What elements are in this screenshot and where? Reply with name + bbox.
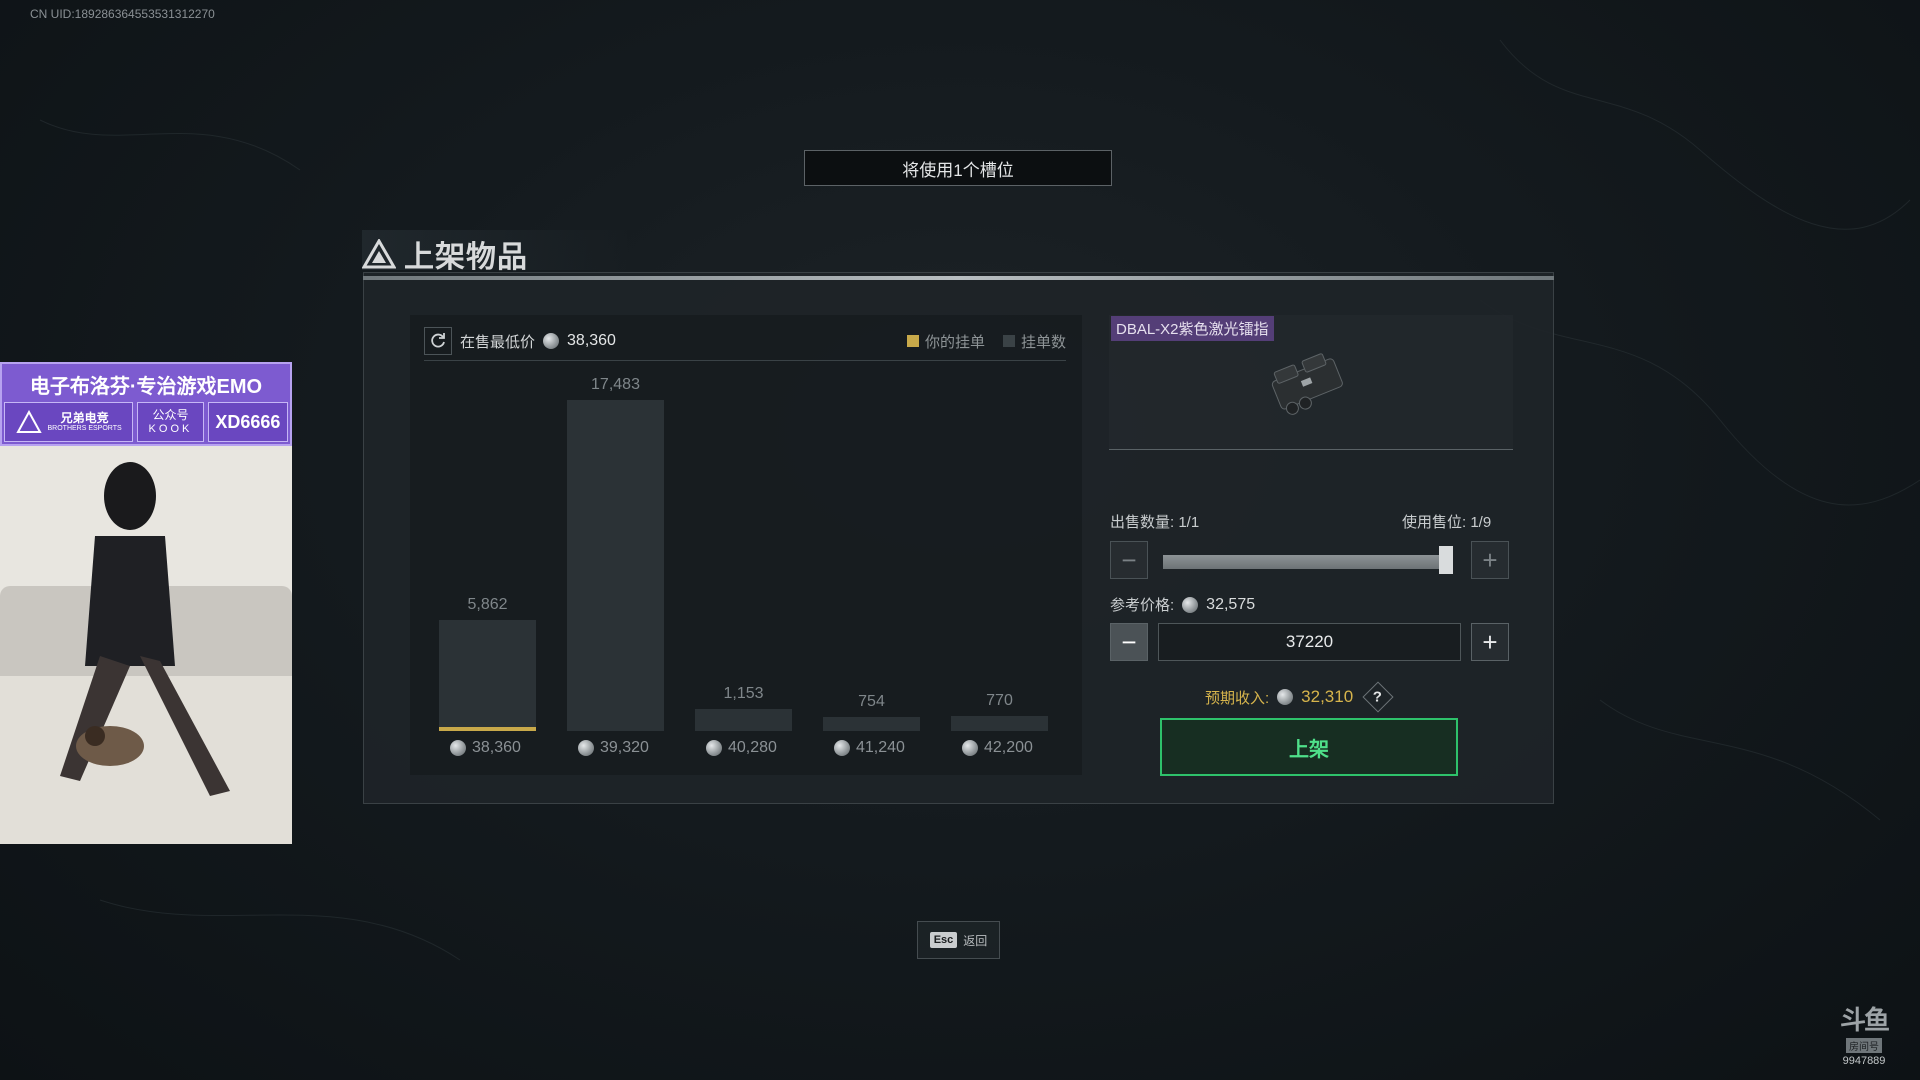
chart-header: 在售最低价 38,360 你的挂单 挂单数	[424, 322, 1066, 361]
price-tick-label: 40,280	[706, 739, 777, 757]
chart-bar	[567, 400, 664, 731]
quantity-minus-button[interactable]: −	[1110, 541, 1148, 579]
expected-income: 预期收入: 32,310 ?	[1205, 681, 1394, 713]
webcam-feed-image	[0, 446, 292, 844]
coin-icon	[578, 740, 594, 756]
quantity-slider-handle[interactable]	[1439, 546, 1453, 574]
dialog-title-text: 上架物品	[404, 241, 528, 274]
chart-bar	[695, 709, 792, 731]
reference-price-label: 参考价格:	[1110, 597, 1175, 614]
legend-swatch-gold	[906, 335, 919, 347]
legend-your-listing: 你的挂单	[906, 331, 985, 352]
esc-key-badge: Esc	[929, 932, 958, 948]
account-label: 公众号	[152, 408, 189, 423]
kook-badge: 公众号 KOOK	[137, 402, 204, 442]
back-label: 返回	[963, 933, 988, 948]
legend-listing-count-label: 挂单数	[1020, 333, 1066, 351]
stream-uid: CN UID:189286364553531312270	[30, 7, 215, 21]
back-button[interactable]: Esc 返回	[917, 921, 1000, 959]
quantity-slider[interactable]	[1163, 555, 1453, 569]
price-minus-button[interactable]: −	[1110, 623, 1148, 661]
team-name: 兄弟电竞	[60, 410, 109, 425]
coin-icon	[962, 740, 978, 756]
chart-bar	[823, 717, 920, 731]
stream-banner-info: 兄弟电竞 BROTHERS ESPORTS 公众号 KOOK XD6666	[4, 402, 288, 442]
price-plus-button[interactable]: +	[1471, 623, 1509, 661]
expected-income-label: 预期收入:	[1205, 689, 1270, 707]
coin-icon	[450, 740, 466, 756]
sell-quantity-label: 出售数量: 1/1	[1110, 514, 1200, 531]
price-tick-label: 38,360	[450, 739, 521, 757]
slot-usage-label: 使用售位: 1/9	[1402, 514, 1492, 531]
kook-label: KOOK	[148, 422, 193, 435]
refresh-button[interactable]	[424, 327, 452, 355]
price-tick-label: 41,240	[834, 739, 905, 757]
your-listing-marker	[439, 727, 536, 731]
help-icon[interactable]: ?	[1362, 681, 1394, 713]
legend-your-listing-label: 你的挂单	[924, 333, 985, 351]
room-number: 9947889	[1842, 1055, 1886, 1067]
reference-price-value: 32,575	[1206, 595, 1256, 613]
chart-bar	[951, 716, 1048, 731]
team-logo-icon	[15, 410, 42, 433]
lowest-price-value: 38,360	[567, 332, 616, 349]
refresh-icon	[431, 333, 445, 348]
slot-usage-banner: 将使用1个槽位	[804, 150, 1112, 186]
dialog-title: 上架物品	[362, 232, 528, 276]
laser-device-icon	[1271, 353, 1343, 415]
room-tag: 房间号	[1846, 1038, 1882, 1053]
price-input[interactable]	[1158, 623, 1461, 661]
bar-value-label: 5,862	[467, 596, 508, 613]
coin-icon	[543, 333, 560, 349]
lowest-price-label: 在售最低价	[460, 333, 536, 351]
item-name-tag: DBAL-X2紫色激光镭指	[1111, 316, 1274, 341]
bar-value-label: 770	[986, 692, 1013, 709]
reference-price: 参考价格: 32,575	[1110, 594, 1255, 615]
douyu-logo: 斗鱼	[1840, 1005, 1890, 1035]
coin-icon	[1182, 596, 1199, 613]
expected-income-value: 32,310	[1301, 687, 1354, 706]
list-item-button[interactable]: 上架	[1160, 718, 1458, 776]
coin-icon	[834, 740, 850, 756]
team-name-en: BROTHERS ESPORTS	[47, 424, 122, 432]
coin-icon	[706, 740, 722, 756]
panel-top-line	[363, 276, 1554, 280]
legend-listing-count: 挂单数	[1002, 331, 1066, 352]
bar-value-label: 754	[858, 693, 885, 710]
bar-value-label: 17,483	[591, 376, 640, 393]
legend-swatch-gray	[1002, 335, 1015, 347]
coin-icon	[1277, 689, 1294, 705]
price-tick-label: 39,320	[578, 739, 649, 757]
bar-value-label: 1,153	[723, 685, 764, 702]
chart-legend: 你的挂单 挂单数	[906, 331, 1066, 352]
quantity-plus-button[interactable]: +	[1471, 541, 1509, 579]
stream-banner-title: 电子布洛芬·专治游戏EMO	[29, 375, 263, 398]
stream-code: XD6666	[207, 402, 288, 442]
help-glyph: ?	[1373, 688, 1383, 706]
triangle-logo-icon	[362, 239, 396, 269]
douyu-watermark: 斗鱼 房间号 9947889	[1840, 1000, 1890, 1067]
team-badge: 兄弟电竞 BROTHERS ESPORTS	[4, 402, 134, 442]
price-tick-label: 42,200	[962, 739, 1033, 757]
chart-bar	[439, 620, 536, 731]
